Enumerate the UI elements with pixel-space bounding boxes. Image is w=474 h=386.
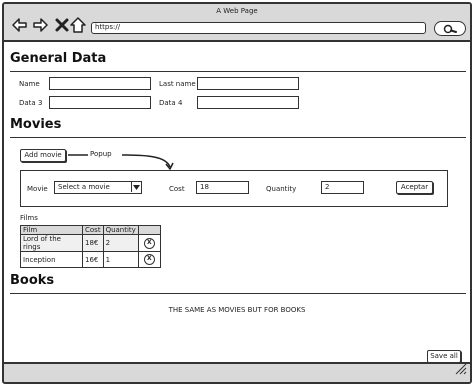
back-arrow-icon[interactable] <box>12 17 28 33</box>
books-title: Books <box>10 273 55 288</box>
popup-callout-label: Popup <box>90 150 112 158</box>
table-cell: 1 <box>102 251 139 268</box>
add-movie-popup: Movie Select a movie Cost 18 Quantity 2 … <box>20 170 448 207</box>
search-button[interactable] <box>434 21 466 36</box>
data3-field[interactable] <box>49 96 151 109</box>
resize-grip-icon[interactable] <box>455 360 467 379</box>
name-field[interactable] <box>49 77 151 90</box>
url-bar[interactable]: https:// <box>91 22 426 34</box>
quantity-field[interactable]: 2 <box>321 181 364 194</box>
forward-arrow-icon[interactable] <box>32 17 48 33</box>
column-header: Film <box>20 225 83 235</box>
browser-window: A Web Page https:// General Data Name La… <box>2 2 472 384</box>
table-row: Lord of the rings 18€ 2 X <box>20 234 161 252</box>
quantity-label: Quantity <box>266 185 297 193</box>
table-row: Inception 16€ 1 X <box>20 251 161 268</box>
table-cell: Inception <box>20 251 83 268</box>
table-header-row: Film Cost Quantity <box>20 225 161 235</box>
column-header: Cost <box>82 225 104 235</box>
table-cell: 16€ <box>82 251 104 268</box>
books-note: THE SAME AS MOVIES BUT FOR BOOKS <box>168 306 306 314</box>
window-title: A Web Page <box>216 7 258 15</box>
last-name-label: Last name <box>159 80 196 88</box>
divider <box>10 293 466 294</box>
films-label: Films <box>20 214 38 222</box>
divider <box>10 71 466 72</box>
add-movie-button[interactable]: Add movie <box>20 149 66 162</box>
column-header: Quantity <box>102 225 139 235</box>
cost-label: Cost <box>169 185 185 193</box>
name-label: Name <box>19 80 40 88</box>
table-cell: Lord of the rings <box>20 234 83 252</box>
chevron-down-icon <box>131 182 141 192</box>
title-bar: A Web Page https:// <box>4 4 470 42</box>
page-content: General Data Name Last name Data 3 Data … <box>4 44 470 366</box>
home-icon[interactable] <box>70 17 86 33</box>
data4-field[interactable] <box>197 96 299 109</box>
last-name-field[interactable] <box>197 77 299 90</box>
cost-field[interactable]: 18 <box>196 181 249 194</box>
accept-button[interactable]: Aceptar <box>396 181 433 194</box>
data3-label: Data 3 <box>19 99 43 107</box>
films-table: Film Cost Quantity Lord of the rings 18€… <box>20 225 161 268</box>
remove-row-button[interactable]: X <box>143 237 155 249</box>
divider <box>10 137 466 138</box>
remove-row-button[interactable]: X <box>143 254 155 265</box>
close-icon[interactable] <box>54 17 70 33</box>
movies-title: Movies <box>10 117 62 132</box>
general-data-title: General Data <box>10 51 107 66</box>
movie-select-value: Select a movie <box>58 183 110 191</box>
column-header-actions <box>137 225 161 235</box>
movie-select[interactable]: Select a movie <box>54 181 142 194</box>
table-cell: 2 <box>102 234 139 252</box>
table-cell: 18€ <box>82 234 104 252</box>
status-bar <box>4 362 470 382</box>
data4-label: Data 4 <box>159 99 183 107</box>
movie-label: Movie <box>27 185 48 193</box>
